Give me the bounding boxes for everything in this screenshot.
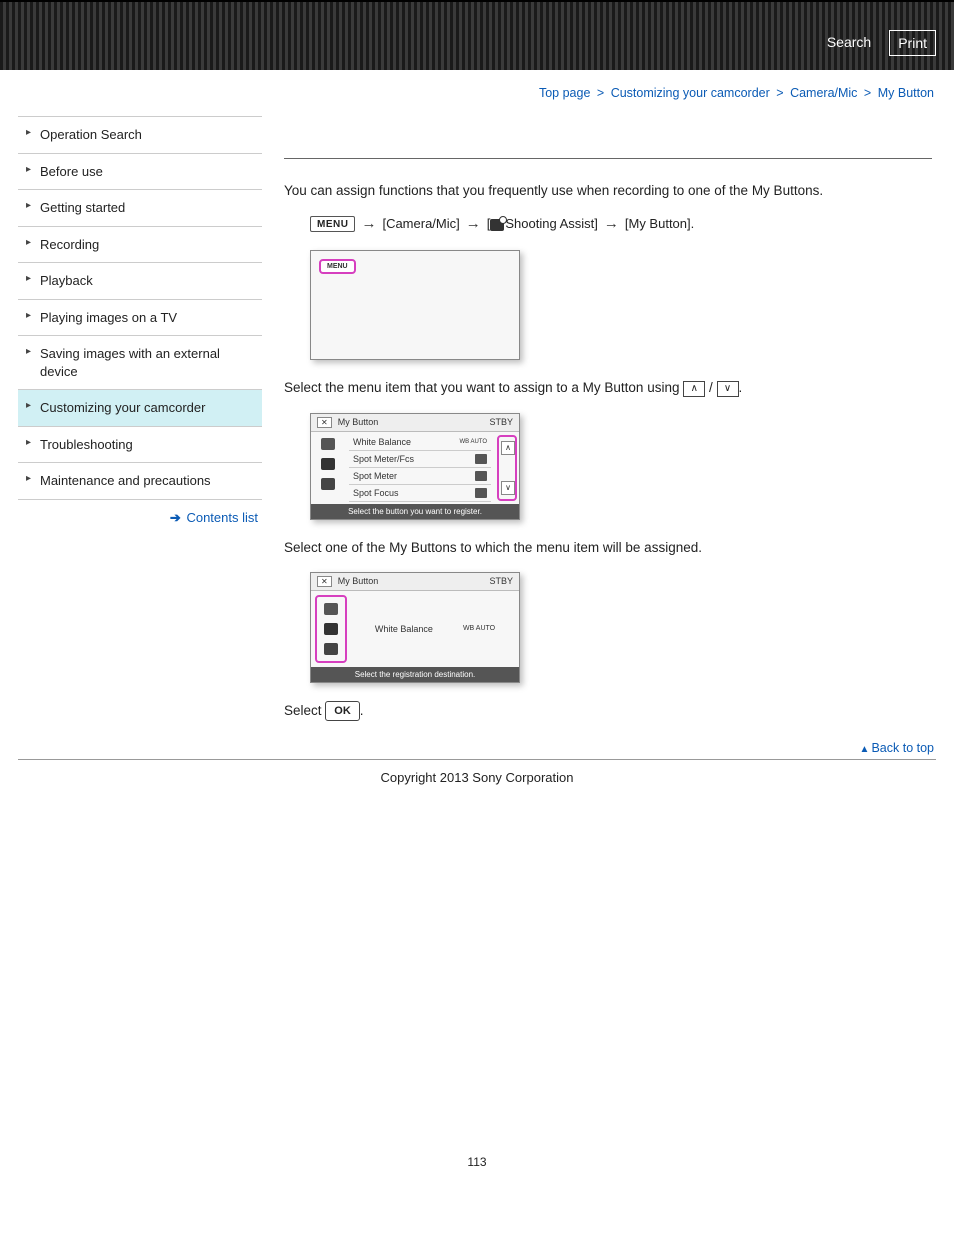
- search-link[interactable]: Search: [819, 30, 879, 56]
- topbar-actions: Search Print: [819, 30, 936, 56]
- down-arrow-icon: ∨: [717, 381, 739, 397]
- page-number: 113: [0, 815, 954, 1189]
- top-bar: Search Print: [0, 0, 954, 70]
- mode-icon: [321, 438, 335, 450]
- sidebar-item[interactable]: Maintenance and precautions: [18, 463, 262, 500]
- screenshot-left-highlighted: [315, 595, 347, 663]
- menu-button-graphic: MENU: [310, 216, 355, 232]
- mode-icon: [324, 643, 338, 655]
- path-shooting-assist: [Shooting Assist]: [487, 216, 598, 231]
- arrow-icon: →: [466, 215, 481, 232]
- screenshot-list-row: White BalanceWB AUTO: [349, 434, 491, 451]
- mode-icon: [324, 603, 338, 615]
- back-to-top-link[interactable]: ▲Back to top: [0, 735, 954, 759]
- screenshot-menu: MENU: [310, 250, 520, 360]
- sidebar-item[interactable]: Operation Search: [18, 117, 262, 154]
- screenshot-scroll-highlighted: ∧ ∨: [497, 435, 517, 501]
- screenshot-footer: Select the button you want to register.: [311, 504, 519, 519]
- sidebar-item[interactable]: Saving images with an external device: [18, 336, 262, 390]
- screenshot-menu-button: MENU: [319, 259, 356, 274]
- print-button[interactable]: Print: [889, 30, 936, 56]
- main-content: You can assign functions that you freque…: [284, 110, 936, 735]
- path-my-button: [My Button].: [625, 216, 694, 231]
- menu-path: MENU → [Camera/Mic] → [Shooting Assist] …: [284, 215, 932, 232]
- mode-icon: [321, 478, 335, 490]
- intro-text: You can assign functions that you freque…: [284, 181, 932, 201]
- select-item-text: Select the menu item that you want to as…: [284, 378, 932, 398]
- mode-icon: [321, 458, 335, 470]
- copyright-text: Copyright 2013 Sony Corporation: [18, 759, 936, 815]
- contents-list-link[interactable]: ➔ Contents list: [18, 500, 262, 536]
- scroll-up-icon: ∧: [501, 441, 515, 455]
- sidebar-nav: Operation SearchBefore useGetting starte…: [18, 116, 262, 536]
- horizontal-rule: [284, 158, 932, 159]
- screenshot-list-row: Spot Meter: [349, 468, 491, 485]
- path-camera-mic: [Camera/Mic]: [382, 216, 459, 231]
- shooting-assist-icon: [490, 219, 504, 231]
- breadcrumb-customizing[interactable]: Customizing your camcorder: [611, 86, 770, 100]
- sidebar-item[interactable]: Before use: [18, 154, 262, 191]
- select-ok-text: Select OK.: [284, 701, 932, 722]
- ok-button-graphic: OK: [325, 701, 360, 722]
- select-button-text: Select one of the My Buttons to which th…: [284, 538, 932, 558]
- mode-icon: [324, 623, 338, 635]
- triangle-up-icon: ▲: [860, 744, 870, 755]
- up-arrow-icon: ∧: [683, 381, 705, 397]
- arrow-icon: →: [604, 215, 619, 232]
- breadcrumb-top[interactable]: Top page: [539, 86, 590, 100]
- screenshot-list: ✕ My Button STBY White BalanceWB AUTOSpo…: [310, 413, 520, 520]
- screenshot-list-row: Spot Meter/Fcs: [349, 451, 491, 468]
- contents-list-label: Contents list: [186, 510, 258, 525]
- sidebar-item[interactable]: Customizing your camcorder: [18, 390, 262, 427]
- breadcrumb-sep: >: [776, 86, 783, 100]
- arrow-icon: →: [361, 215, 376, 232]
- breadcrumb-current: My Button: [878, 86, 934, 100]
- scroll-down-icon: ∨: [501, 481, 515, 495]
- screenshot-left-icons: [311, 432, 345, 504]
- close-icon: ✕: [317, 417, 332, 428]
- sidebar-item[interactable]: Troubleshooting: [18, 427, 262, 464]
- close-icon: ✕: [317, 576, 332, 587]
- breadcrumb: Top page > Customizing your camcorder > …: [0, 70, 954, 110]
- sidebar-item[interactable]: Getting started: [18, 190, 262, 227]
- sidebar-item[interactable]: Playing images on a TV: [18, 300, 262, 337]
- sidebar-item[interactable]: Recording: [18, 227, 262, 264]
- screenshot-assign: ✕ My Button STBY White Balance WB AUTO S…: [310, 572, 520, 683]
- breadcrumb-sep: >: [864, 86, 871, 100]
- screenshot-footer: Select the registration destination.: [311, 667, 519, 682]
- breadcrumb-sep: >: [597, 86, 604, 100]
- arrow-icon: ➔: [170, 510, 181, 525]
- screenshot-list-row: Spot Focus: [349, 485, 491, 502]
- breadcrumb-cameramic[interactable]: Camera/Mic: [790, 86, 857, 100]
- sidebar-item[interactable]: Playback: [18, 263, 262, 300]
